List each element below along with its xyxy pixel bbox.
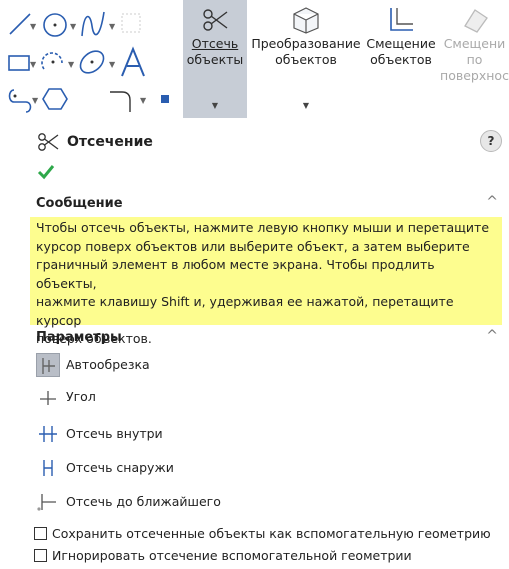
message-box: Чтобы отсечь объекты, нажмите левую кноп…: [30, 217, 502, 346]
ok-check-icon[interactable]: [37, 164, 55, 180]
chevron-up-icon[interactable]: ^: [486, 194, 498, 210]
spline-icon[interactable]: [78, 8, 108, 40]
power-trim-icon: [36, 353, 60, 377]
plane-icon: [121, 13, 141, 33]
trim-outside-icon: [36, 456, 60, 480]
sketch-ribbon: ▼ ▼ ▼ ▼ ▼ ▼ ▼ ▼ Отсечь объекты ▼ Преобра…: [0, 0, 509, 118]
trim-closest-icon: [36, 490, 60, 514]
trim-dropdown-icon[interactable]: ▼: [183, 98, 247, 114]
polygon-arc-icon[interactable]: [38, 47, 68, 77]
corner-icon: [36, 385, 60, 409]
convert-entities-button[interactable]: Преобразование объектов ▼: [250, 0, 362, 118]
text-icon[interactable]: [118, 46, 148, 78]
spline-dropdown-icon[interactable]: ▼: [109, 22, 115, 31]
slot-dropdown-icon[interactable]: ▼: [32, 96, 38, 105]
message-line: Чтобы отсечь объекты, нажмите левую кноп…: [36, 220, 490, 235]
circle-icon[interactable]: [40, 10, 70, 40]
ignore-construction-checkbox[interactable]: [34, 549, 47, 562]
offset-entities-button[interactable]: Смещение объектов: [364, 0, 438, 118]
line-dropdown-icon[interactable]: ▼: [30, 22, 36, 31]
help-icon[interactable]: ?: [480, 130, 502, 152]
ellipse-dropdown-icon[interactable]: ▼: [109, 60, 115, 69]
circle-dropdown-icon[interactable]: ▼: [70, 22, 76, 31]
chevron-up-icon[interactable]: ^: [486, 328, 498, 344]
message-line: граничный элемент в любом месте экрана. …: [36, 257, 435, 291]
convert-entities-icon: [293, 7, 319, 34]
message-line: нажмите клавишу Shift и, удерживая ее на…: [36, 294, 454, 328]
trim-icon: [38, 133, 59, 151]
params-section-header[interactable]: Параметры ^: [36, 328, 502, 348]
hexagon-icon[interactable]: [40, 84, 70, 114]
trim-icon: [203, 9, 228, 31]
fillet-icon[interactable]: [108, 84, 138, 114]
fillet-dropdown-icon[interactable]: ▼: [140, 96, 146, 105]
panel-title: Отсечение: [67, 134, 153, 150]
keep-trimmed-checkbox[interactable]: [34, 527, 47, 540]
offset-entities-icon: [390, 8, 413, 31]
convert-dropdown-icon[interactable]: ▼: [250, 98, 362, 114]
trim-entities-button[interactable]: Отсечь объекты ▼: [183, 0, 247, 118]
message-section-header[interactable]: Сообщение ^: [36, 194, 502, 214]
arc-dropdown-icon[interactable]: ▼: [68, 60, 74, 69]
panel-header: Отсечение ?: [36, 130, 502, 154]
rectangle-dropdown-icon[interactable]: ▼: [30, 60, 36, 69]
message-line: курсор поверх объектов или выберите объе…: [36, 238, 470, 254]
rectangle-icon[interactable]: [6, 50, 32, 76]
message-heading: Сообщение: [36, 196, 123, 211]
offset-on-surface-button[interactable]: Смещени по поверхнос: [440, 0, 509, 118]
point-icon[interactable]: [158, 92, 172, 106]
offset-surface-icon: [463, 9, 488, 33]
trim-inside-icon: [36, 422, 60, 446]
ellipse-icon[interactable]: [76, 46, 108, 78]
params-heading: Параметры: [36, 330, 122, 345]
